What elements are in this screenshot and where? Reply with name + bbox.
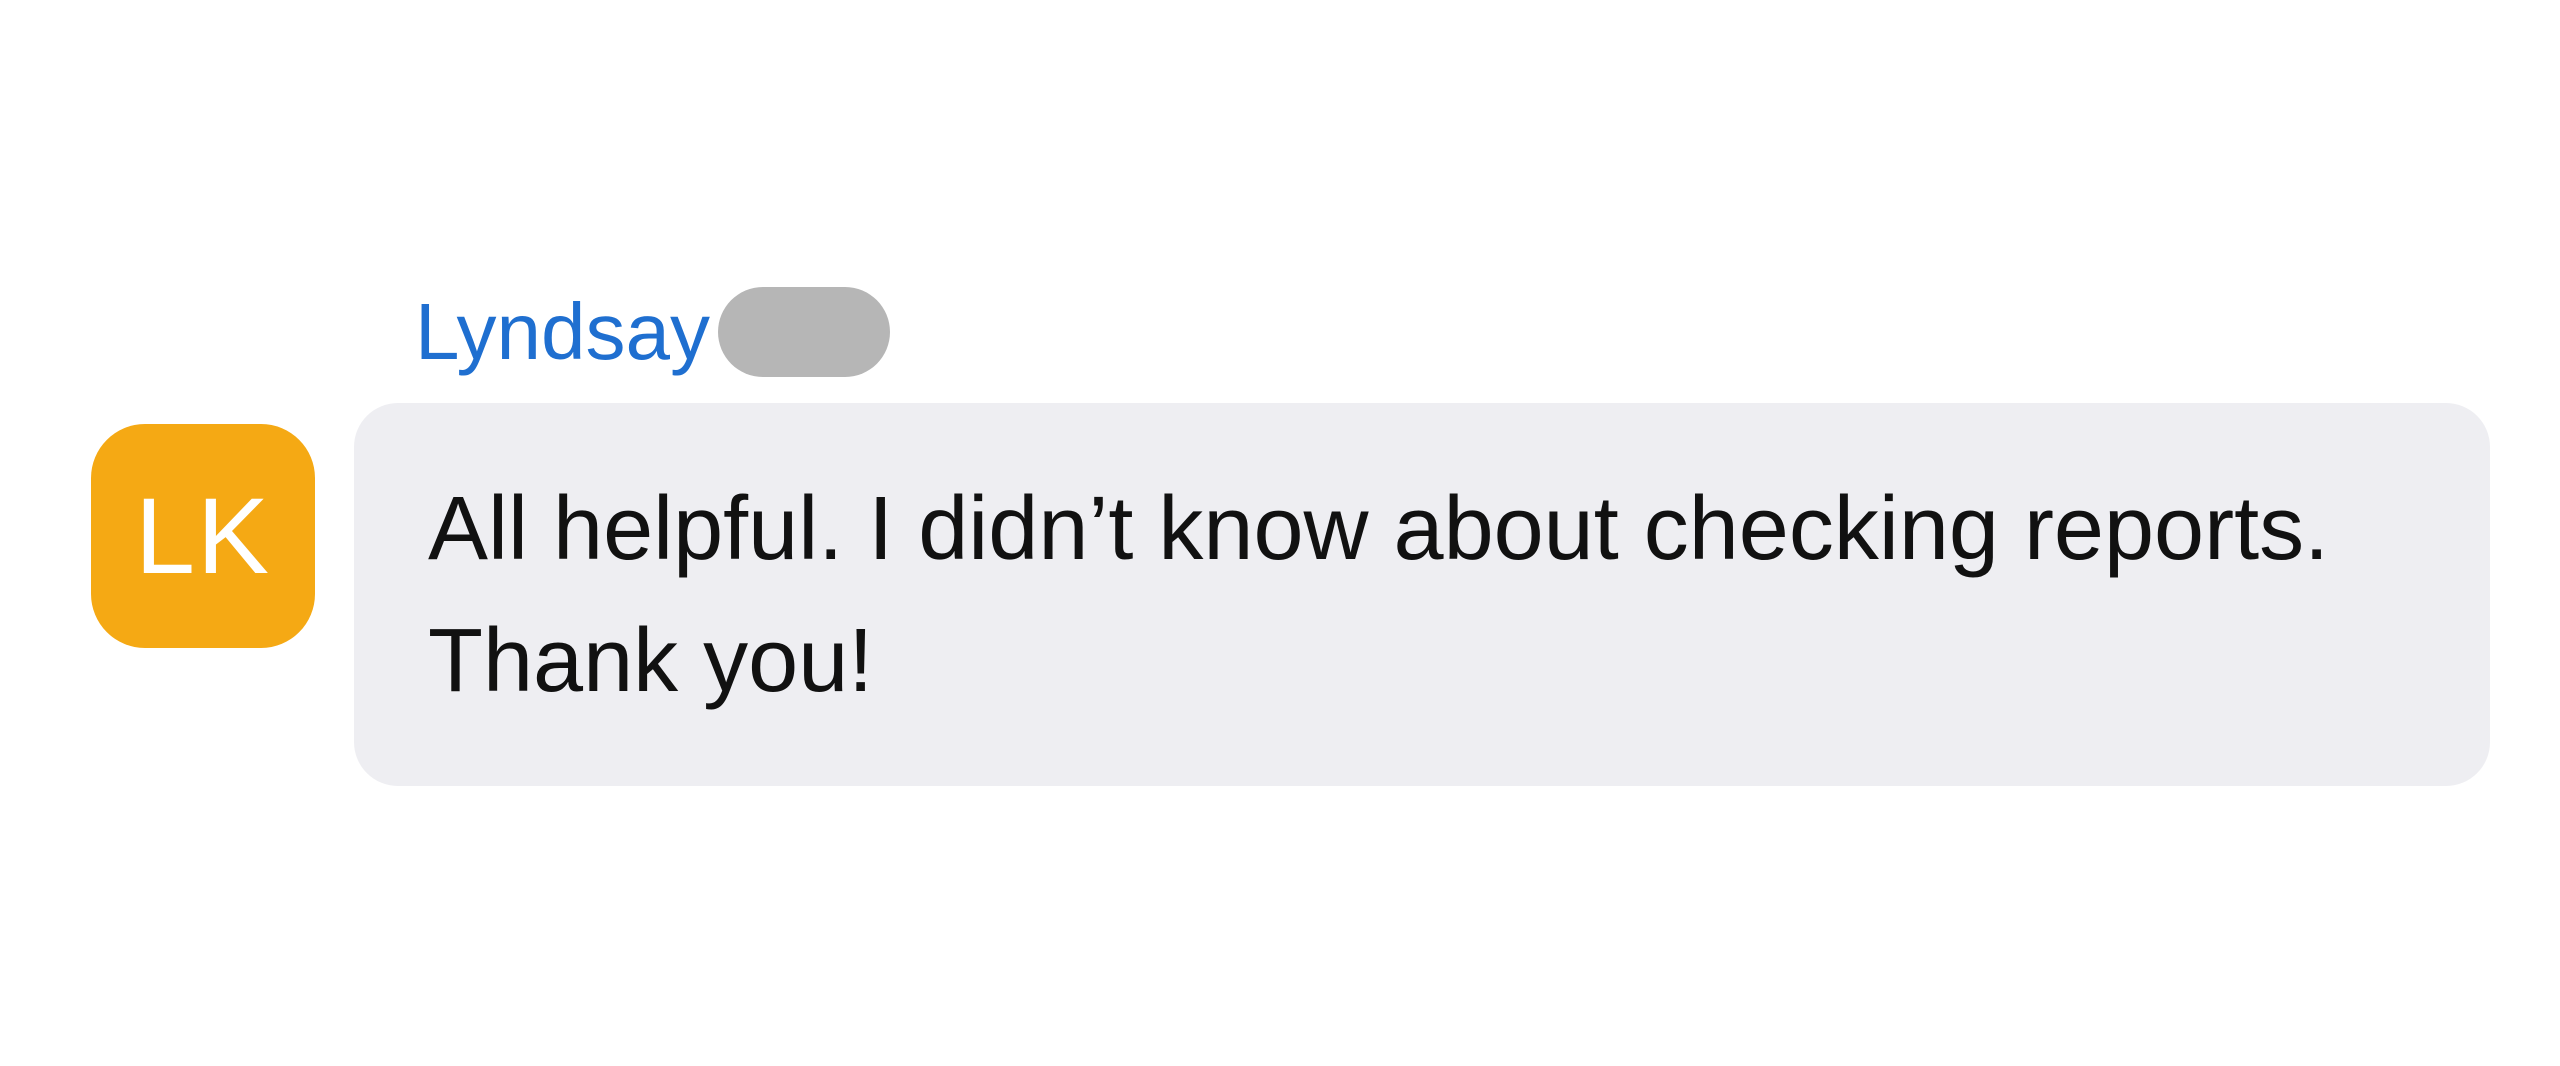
message-bubble: All helpful. I didn’t know about checkin… bbox=[354, 403, 2490, 786]
sender-row: Lyndsay bbox=[415, 284, 890, 380]
sender-name[interactable]: Lyndsay bbox=[415, 284, 710, 380]
avatar[interactable]: LK bbox=[91, 424, 315, 648]
avatar-initials: LK bbox=[134, 475, 272, 596]
chat-message: Lyndsay LK All helpful. I didn’t know ab… bbox=[0, 0, 2560, 1066]
message-text: All helpful. I didn’t know about checkin… bbox=[428, 479, 2330, 711]
redacted-label bbox=[718, 287, 890, 377]
